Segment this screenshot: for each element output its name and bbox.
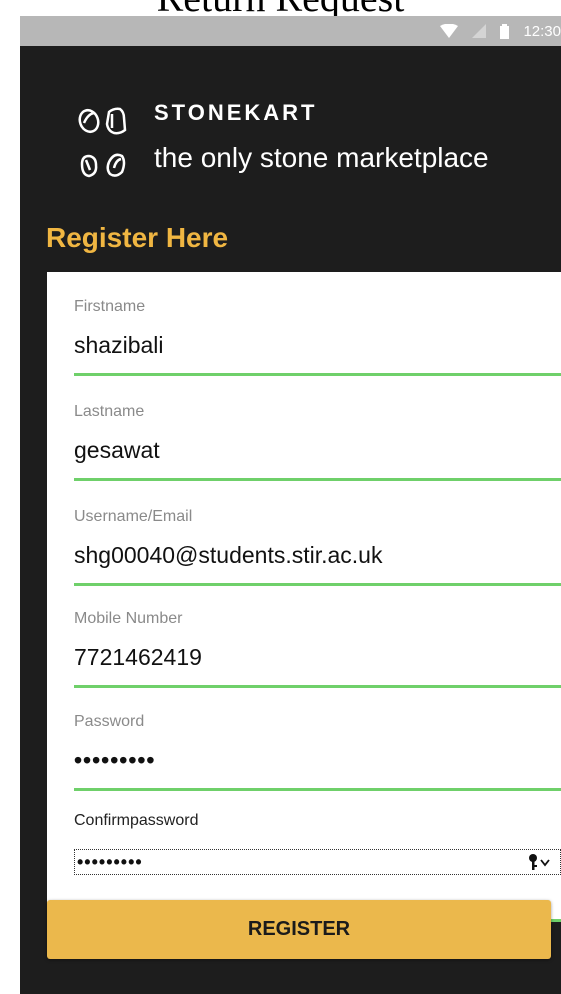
brand-header: STONEKART the only stone marketplace [76,100,546,190]
mobile-number-input[interactable]: 7721462419 [74,644,202,671]
firstname-label: Firstname [74,298,146,315]
password-field[interactable]: Password ••••••••• [47,687,561,791]
signal-icon [472,24,487,38]
status-bar: 12:30 [20,16,561,46]
battery-icon [500,23,510,39]
brand-tagline: the only stone marketplace [154,142,489,173]
phone-screen: 12:30 STONEKART the only stone marketpla… [20,16,561,994]
key-icon[interactable] [528,853,554,871]
password-underline [74,788,561,791]
register-heading: Register Here [46,222,229,253]
email-label: Username/Email [74,508,193,525]
register-form: Firstname shazibali Lastname gesawat Use… [47,272,561,922]
lastname-underline [74,478,561,481]
firstname-field[interactable]: Firstname shazibali [47,272,561,376]
register-button[interactable]: REGISTER [47,900,551,959]
wifi-icon [440,24,459,38]
password-label: Password [74,713,145,730]
firstname-underline [74,373,561,376]
email-field[interactable]: Username/Email shg00040@students.stir.ac… [47,482,561,586]
mobile-number-field[interactable]: Mobile Number 7721462419 [47,584,561,688]
lastname-input[interactable]: gesawat [74,437,160,464]
stonekart-logo-icon [78,107,127,178]
confirm-password-label: Confirmpassword [74,812,199,829]
password-input[interactable]: ••••••••• [74,747,155,774]
confirm-password-input[interactable]: ••••••••• [74,849,561,875]
status-time: 12:30 [523,22,561,40]
brand-name: STONEKART [154,100,318,125]
mobile-number-label: Mobile Number [74,610,183,627]
firstname-input[interactable]: shazibali [74,332,164,359]
lastname-field[interactable]: Lastname gesawat [47,377,561,481]
lastname-label: Lastname [74,403,145,420]
confirm-password-value: ••••••••• [77,852,143,872]
status-icons: 12:30 [440,16,561,46]
email-input[interactable]: shg00040@students.stir.ac.uk [74,542,382,569]
